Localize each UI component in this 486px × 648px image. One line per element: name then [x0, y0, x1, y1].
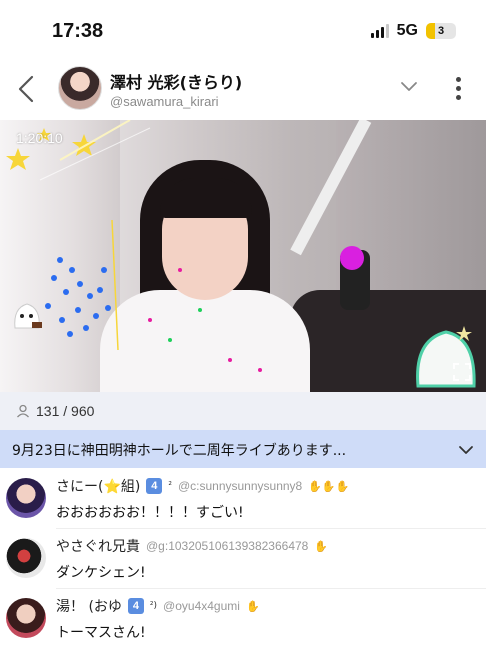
clap-hands-icon: ✋✋✋ [308, 479, 350, 493]
stream-header: 澤村 光彩(きらり) @sawamura_kirari [0, 58, 486, 120]
ghost-mascot-icon [14, 303, 42, 329]
level-sup: ²) [149, 601, 158, 611]
comment-message: ダンケシェン! [56, 565, 146, 581]
comment-item[interactable]: さにー(⭐組) 4 ² @c:sunnysunnysunny8 ✋✋✋ おおおお… [0, 468, 486, 528]
comment-header: さにー(⭐組) 4 ² @c:sunnysunnysunny8 ✋✋✋ [56, 476, 349, 496]
star-icon [6, 148, 30, 170]
comment-list[interactable]: さにー(⭐組) 4 ² @c:sunnysunnysunny8 ✋✋✋ おおおお… [0, 468, 486, 648]
more-vertical-icon[interactable] [452, 74, 464, 104]
stream-elapsed-time: 1:20:10 [16, 130, 63, 146]
battery-icon: 3 [426, 23, 456, 39]
streamer-avatar[interactable] [58, 66, 102, 110]
commenter-id: @g:10320510613938236647​8 [146, 539, 309, 553]
status-indicators: 5G 3 [370, 22, 456, 40]
commenter-avatar[interactable] [6, 598, 46, 638]
chevron-down-icon[interactable] [458, 444, 474, 456]
fullscreen-icon[interactable] [452, 362, 472, 382]
clap-hands-icon: ✋ [245, 599, 260, 613]
live-video[interactable]: 1:20:10 [0, 120, 486, 392]
clap-hands-icon: ✋ [314, 539, 329, 553]
commenter-name[interactable]: やさぐれ兄貴 [56, 536, 140, 556]
comment-item[interactable]: 湯！ (おゆ 4 ²) @oyu4x4gumi ✋ トーマスさん! [0, 588, 486, 648]
streamer-handle: @sawamura_kirari [110, 94, 219, 109]
status-bar: 17:38 5G 3 [0, 0, 486, 58]
commenter-id: @oyu4x4gumi [163, 599, 240, 613]
streamer-name[interactable]: 澤村 光彩(きらり) [110, 69, 242, 93]
comment-message: おおおおおお！！！！すごい! [56, 505, 244, 521]
comment-message: トーマスさん! [56, 625, 146, 641]
viewer-bar: 131 / 960 [0, 392, 486, 430]
status-time: 17:38 [52, 20, 104, 42]
commenter-name[interactable]: 湯！ (おゆ [56, 596, 122, 616]
star-icon [72, 134, 96, 156]
level-sup: ² [168, 481, 172, 491]
person-icon [17, 404, 29, 418]
commenter-avatar[interactable] [6, 478, 46, 518]
battery-level: 3 [437, 25, 445, 37]
signal-icon [370, 24, 389, 38]
commenter-avatar[interactable] [6, 538, 46, 578]
commenter-id: @c:sunnysunnysunny8 [177, 479, 303, 493]
announcement-text: 9月23日に神田明神ホールで二周年ライブあります... [12, 443, 347, 459]
comment-header: 湯！ (おゆ 4 ²) @oyu4x4gumi ✋ [56, 596, 260, 616]
comment-header: やさぐれ兄貴 @g:10320510613938236647​8 ✋ [56, 536, 328, 556]
chevron-left-icon[interactable] [14, 74, 40, 104]
level-badge: 4 [146, 478, 163, 494]
announcement-banner[interactable]: 9月23日に神田明神ホールで二周年ライブあります... [0, 430, 486, 468]
network-type: 5G [396, 22, 418, 39]
commenter-name[interactable]: さにー(⭐組) [56, 476, 140, 496]
level-badge: 4 [127, 598, 144, 614]
chevron-down-icon[interactable] [400, 80, 418, 94]
comment-item[interactable]: やさぐれ兄貴 @g:10320510613938236647​8 ✋ ダンケシェ… [0, 528, 486, 588]
viewer-count: 131 / 960 [36, 403, 95, 419]
